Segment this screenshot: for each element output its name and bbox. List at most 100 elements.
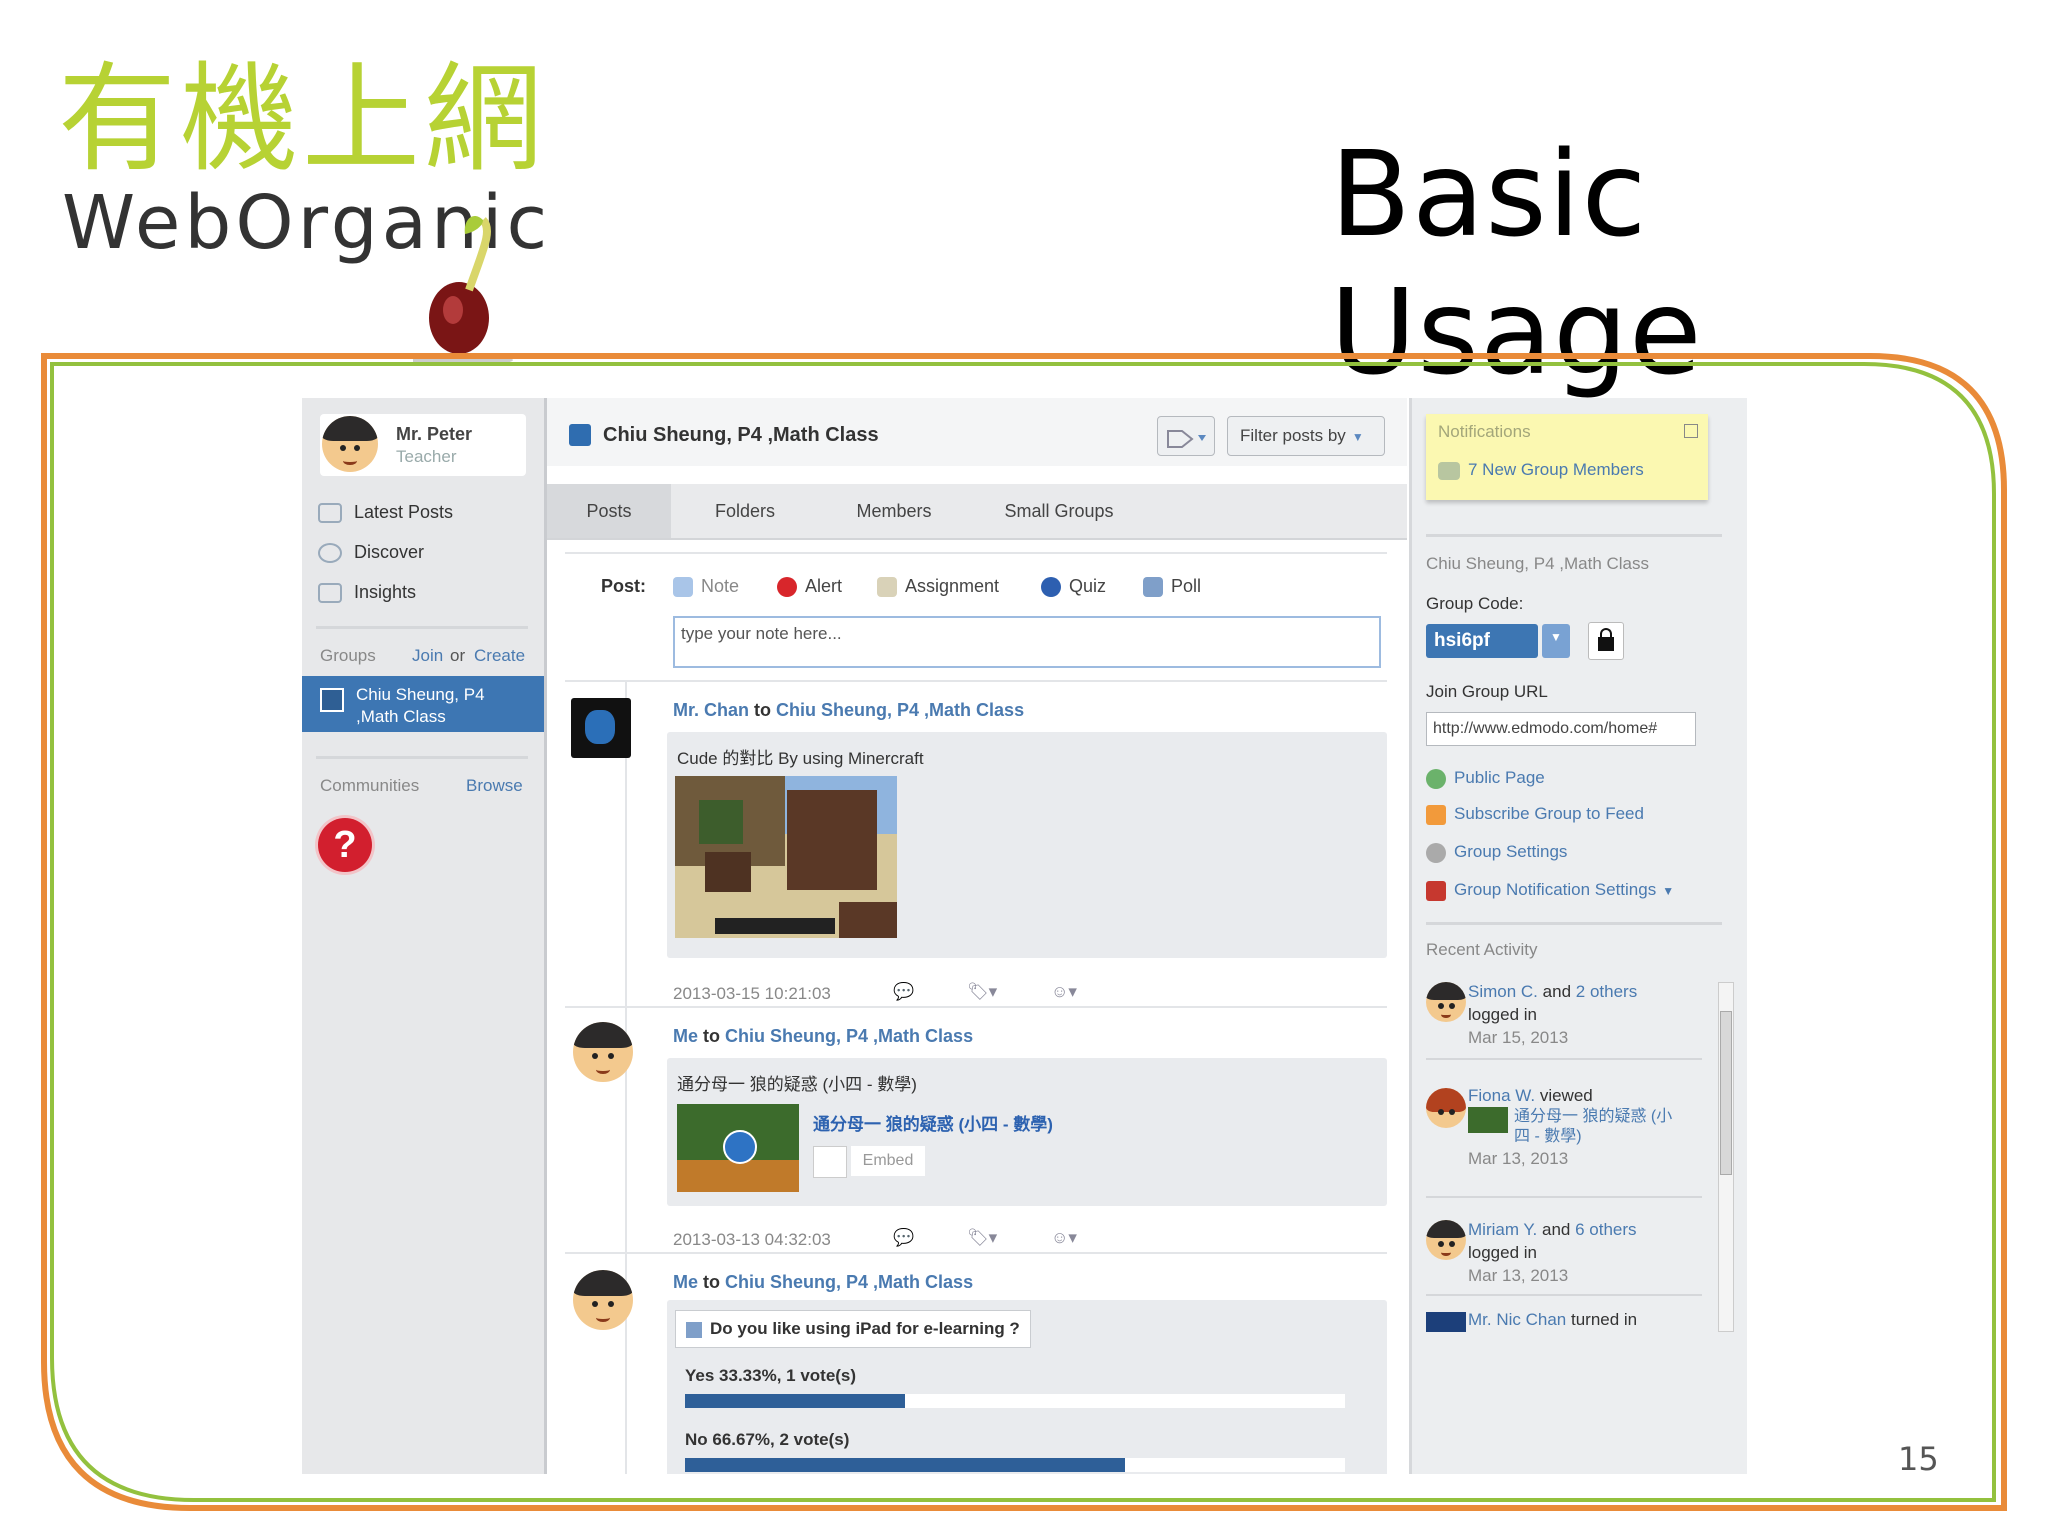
to-text: to bbox=[703, 1272, 721, 1292]
user-role: Teacher bbox=[396, 447, 457, 466]
activity-user-link[interactable]: Simon C. bbox=[1468, 982, 1538, 1001]
reaction-icon[interactable]: ☺▾ bbox=[1051, 1228, 1077, 1248]
user-avatar[interactable] bbox=[573, 1022, 633, 1082]
embed-button[interactable]: Embed bbox=[851, 1146, 925, 1176]
activity-date: Mar 15, 2013 bbox=[1468, 1028, 1569, 1047]
user-avatar[interactable] bbox=[573, 1270, 633, 1330]
activity-user-link[interactable]: Mr. Nic Chan bbox=[1468, 1310, 1566, 1329]
notification-item[interactable]: 7 New Group Members bbox=[1438, 460, 1644, 480]
post-type-poll[interactable]: Poll bbox=[1143, 576, 1201, 598]
notification-text: 7 New Group Members bbox=[1468, 460, 1644, 479]
activity-text: and bbox=[1542, 1220, 1571, 1239]
post-author-link[interactable]: Me bbox=[673, 1026, 698, 1046]
activity-action: logged in bbox=[1468, 1243, 1538, 1262]
activity-others-link[interactable]: 6 others bbox=[1575, 1220, 1636, 1239]
create-link[interactable]: Create bbox=[474, 646, 525, 666]
nav-insights[interactable]: Insights bbox=[318, 582, 417, 604]
join-link[interactable]: Join bbox=[412, 646, 443, 666]
post-author-link[interactable]: Me bbox=[673, 1272, 698, 1292]
post-group-link[interactable]: Chiu Sheung, P4 ,Math Class bbox=[725, 1272, 973, 1292]
tag-icon[interactable]: 🏷▾ bbox=[967, 982, 997, 1002]
poll-option-yes: Yes 33.33%, 1 vote(s) bbox=[685, 1366, 857, 1385]
user-avatar[interactable] bbox=[1426, 1220, 1466, 1260]
divider bbox=[1426, 1294, 1702, 1296]
tag-filter-button[interactable] bbox=[1157, 416, 1215, 456]
alert-icon bbox=[777, 577, 797, 598]
help-icon[interactable]: ? bbox=[318, 818, 372, 872]
note-icon bbox=[673, 577, 693, 598]
group-code: hsi6pf bbox=[1426, 624, 1538, 658]
profile-card[interactable]: Mr. Peter Teacher bbox=[320, 414, 526, 476]
right-sidebar: Notifications 7 New Group Members Chiu S… bbox=[1409, 398, 1747, 1474]
poll-icon bbox=[1143, 577, 1163, 598]
tab-members[interactable]: Members bbox=[819, 484, 969, 538]
quiz-icon bbox=[1041, 577, 1061, 598]
nav-discover[interactable]: Discover bbox=[318, 542, 424, 564]
join-url-field[interactable]: http://www.edmodo.com/home# bbox=[1426, 712, 1696, 746]
minecraft-image[interactable] bbox=[675, 776, 897, 938]
activity-others-link[interactable]: 2 others bbox=[1576, 982, 1637, 1001]
collapse-icon[interactable] bbox=[1684, 424, 1698, 438]
poll-fill bbox=[685, 1458, 1126, 1472]
post-type-alert[interactable]: Alert bbox=[777, 576, 842, 598]
post-group-link[interactable]: Chiu Sheung, P4 ,Math Class bbox=[725, 1026, 973, 1046]
scrollbar-thumb[interactable] bbox=[1720, 1011, 1732, 1175]
browse-link[interactable]: Browse bbox=[466, 776, 523, 796]
user-name[interactable]: Mr. Peter bbox=[396, 424, 472, 445]
link-label: Group Notification Settings bbox=[1454, 880, 1657, 899]
nav-label: Insights bbox=[354, 582, 417, 602]
tab-posts[interactable]: Posts bbox=[547, 484, 671, 538]
group-name-line2: ,Math Class bbox=[356, 707, 446, 726]
post-group-link[interactable]: Chiu Sheung, P4 ,Math Class bbox=[776, 700, 1024, 720]
activity-item-link[interactable]: 通分母一 狼的疑惑 (小四 - 數學) bbox=[1514, 1107, 1674, 1147]
user-avatar[interactable] bbox=[1426, 1088, 1466, 1128]
group-code-dropdown[interactable]: ▼ bbox=[1542, 624, 1570, 658]
activity-action: logged in bbox=[1468, 1005, 1538, 1024]
user-avatar[interactable] bbox=[1426, 1312, 1466, 1332]
public-page-link[interactable]: Public Page bbox=[1426, 768, 1545, 789]
tab-folders[interactable]: Folders bbox=[671, 484, 819, 538]
user-avatar[interactable] bbox=[1426, 982, 1466, 1022]
activity-scrollbar[interactable] bbox=[1718, 982, 1734, 1332]
edmodo-screenshot: Mr. Peter Teacher Latest Posts Discover … bbox=[302, 398, 1747, 1474]
post-type-note[interactable]: Note bbox=[673, 576, 739, 598]
to-text: to bbox=[754, 700, 772, 720]
reply-icon[interactable]: 💬 bbox=[893, 1228, 914, 1248]
subscribe-feed-link[interactable]: Subscribe Group to Feed bbox=[1426, 804, 1644, 825]
filter-posts-dropdown[interactable]: Filter posts by ▼ bbox=[1227, 416, 1385, 456]
chart-icon[interactable] bbox=[813, 1146, 847, 1178]
communities-heading: Communities bbox=[320, 776, 420, 795]
group-settings-link[interactable]: Group Settings bbox=[1426, 842, 1567, 863]
activity-item: Miriam Y. and 6 others logged in Mar 13,… bbox=[1468, 1218, 1688, 1287]
activity-user-link[interactable]: Fiona W. bbox=[1468, 1086, 1535, 1105]
filter-label: Filter posts by bbox=[1240, 426, 1346, 445]
lock-icon[interactable] bbox=[1588, 622, 1624, 660]
video-link[interactable]: 通分母一 狼的疑惑 (小四 - 數學) bbox=[813, 1110, 1053, 1135]
post-author-link[interactable]: Mr. Chan bbox=[673, 700, 749, 720]
group-color-icon bbox=[569, 424, 591, 446]
join-url-label: Join Group URL bbox=[1426, 682, 1548, 701]
post-type-assignment[interactable]: Assignment bbox=[877, 576, 1000, 598]
user-avatar[interactable] bbox=[571, 698, 631, 758]
nav-label: Latest Posts bbox=[354, 502, 454, 522]
divider bbox=[316, 756, 528, 759]
tag-icon[interactable]: 🏷▾ bbox=[967, 1228, 997, 1248]
post-body: 通分母一 狼的疑惑 (小四 - 數學) 通分母一 狼的疑惑 (小四 - 數學) … bbox=[667, 1058, 1387, 1206]
or-text: or bbox=[450, 646, 466, 665]
chevron-down-icon: ▼ bbox=[1550, 630, 1562, 644]
post-type-quiz[interactable]: Quiz bbox=[1041, 576, 1106, 598]
video-thumbnail[interactable] bbox=[677, 1104, 799, 1192]
reaction-icon[interactable]: ☺▾ bbox=[1051, 982, 1077, 1002]
sidebar-item-active-group[interactable]: Chiu Sheung, P4 ,Math Class bbox=[302, 676, 544, 732]
tab-small-groups[interactable]: Small Groups bbox=[969, 484, 1149, 538]
tools-icon bbox=[1426, 880, 1446, 901]
nav-latest-posts[interactable]: Latest Posts bbox=[318, 502, 454, 524]
note-input[interactable]: type your note here... bbox=[673, 616, 1381, 668]
notification-settings-link[interactable]: Group Notification Settings ▼ bbox=[1426, 880, 1674, 901]
video-thumbnail[interactable] bbox=[1468, 1107, 1508, 1133]
recent-activity-heading: Recent Activity bbox=[1426, 940, 1538, 959]
activity-user-link[interactable]: Miriam Y. bbox=[1468, 1220, 1537, 1239]
reply-icon[interactable]: 💬 bbox=[893, 982, 914, 1002]
post-label: Post: bbox=[601, 576, 646, 596]
post-type-label: Assignment bbox=[905, 576, 1000, 596]
